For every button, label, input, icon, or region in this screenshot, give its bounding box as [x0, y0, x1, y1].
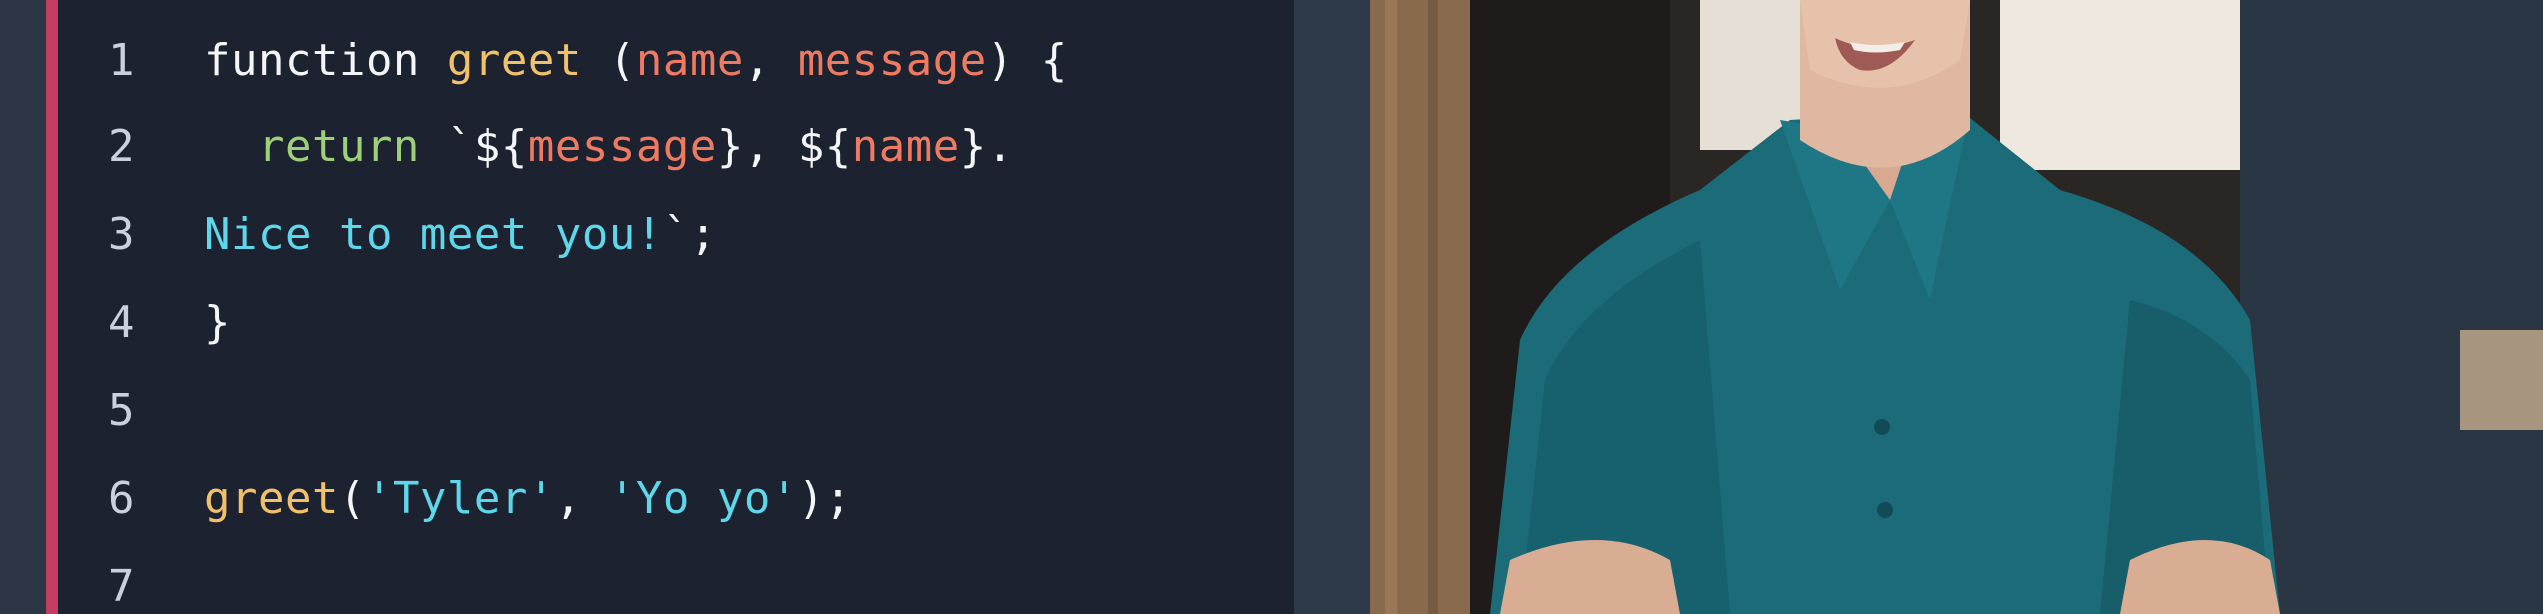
code-token-punc: ) { — [986, 35, 1068, 86]
code-token-fn: greet — [204, 473, 339, 524]
lesson-screen: 1 function greet (name, message) {2 retur… — [0, 0, 2543, 614]
code-token-kw: function — [204, 35, 447, 86]
code-token-param: name — [851, 121, 960, 172]
code-token-tpl: }, ${ — [716, 121, 852, 172]
code-text[interactable]: greet('Tyler', 'Yo yo'); — [204, 456, 852, 542]
accent-bar — [46, 0, 58, 614]
code-token-punc: `; — [662, 209, 717, 260]
code-token-ret: return — [257, 121, 420, 172]
code-token-punc: , — [554, 473, 609, 524]
line-number: 4 — [108, 297, 135, 348]
left-margin-strip — [0, 0, 46, 614]
code-token-punc: } — [204, 297, 231, 348]
line-number: 5 — [108, 385, 135, 436]
line-number: 6 — [108, 473, 135, 524]
code-text[interactable]: } — [204, 280, 231, 366]
code-token-punc: , — [743, 35, 798, 86]
code-token-punc: ( — [338, 473, 366, 524]
code-token-param: name — [635, 35, 744, 86]
code-token-fn: greet — [446, 35, 582, 86]
code-token-param: message — [797, 35, 987, 86]
presenter-video[interactable] — [1370, 0, 2543, 614]
line-number: 2 — [108, 121, 135, 172]
code-token-param: message — [527, 121, 717, 172]
code-text[interactable]: Nice to meet you!`; — [204, 192, 717, 278]
code-token-punc: ( — [581, 35, 636, 86]
code-line[interactable]: 3 Nice to meet you!`; — [58, 192, 1294, 278]
code-token-tpl: }. — [959, 121, 1014, 172]
code-line[interactable]: 6 greet('Tyler', 'Yo yo'); — [58, 456, 1294, 542]
code-text[interactable]: return `${message}, ${name}. — [204, 104, 1014, 190]
code-token-str: 'Tyler' — [365, 473, 555, 524]
code-token-punc — [204, 121, 258, 172]
code-editor-panel: 1 function greet (name, message) {2 retur… — [58, 0, 1294, 614]
code-line[interactable]: 4} — [58, 280, 1294, 366]
code-text[interactable]: function greet (name, message) { — [204, 18, 1068, 104]
code-line[interactable]: 7 — [58, 544, 1294, 614]
line-number: 1 — [108, 35, 135, 86]
line-number: 3 — [108, 209, 135, 260]
code-line[interactable]: 5 — [58, 368, 1294, 454]
code-line[interactable]: 2 return `${message}, ${name}. — [58, 104, 1294, 190]
code-line[interactable]: 1 function greet (name, message) { — [58, 18, 1294, 104]
presenter-video-frame — [1370, 0, 2543, 614]
code-token-tpl: `${ — [419, 121, 528, 172]
code-token-punc: ); — [797, 473, 852, 524]
code-token-str: Nice to meet you! — [204, 209, 663, 260]
line-number: 7 — [108, 561, 135, 612]
code-token-str: 'Yo yo' — [608, 473, 798, 524]
panel-divider — [1294, 0, 1370, 614]
